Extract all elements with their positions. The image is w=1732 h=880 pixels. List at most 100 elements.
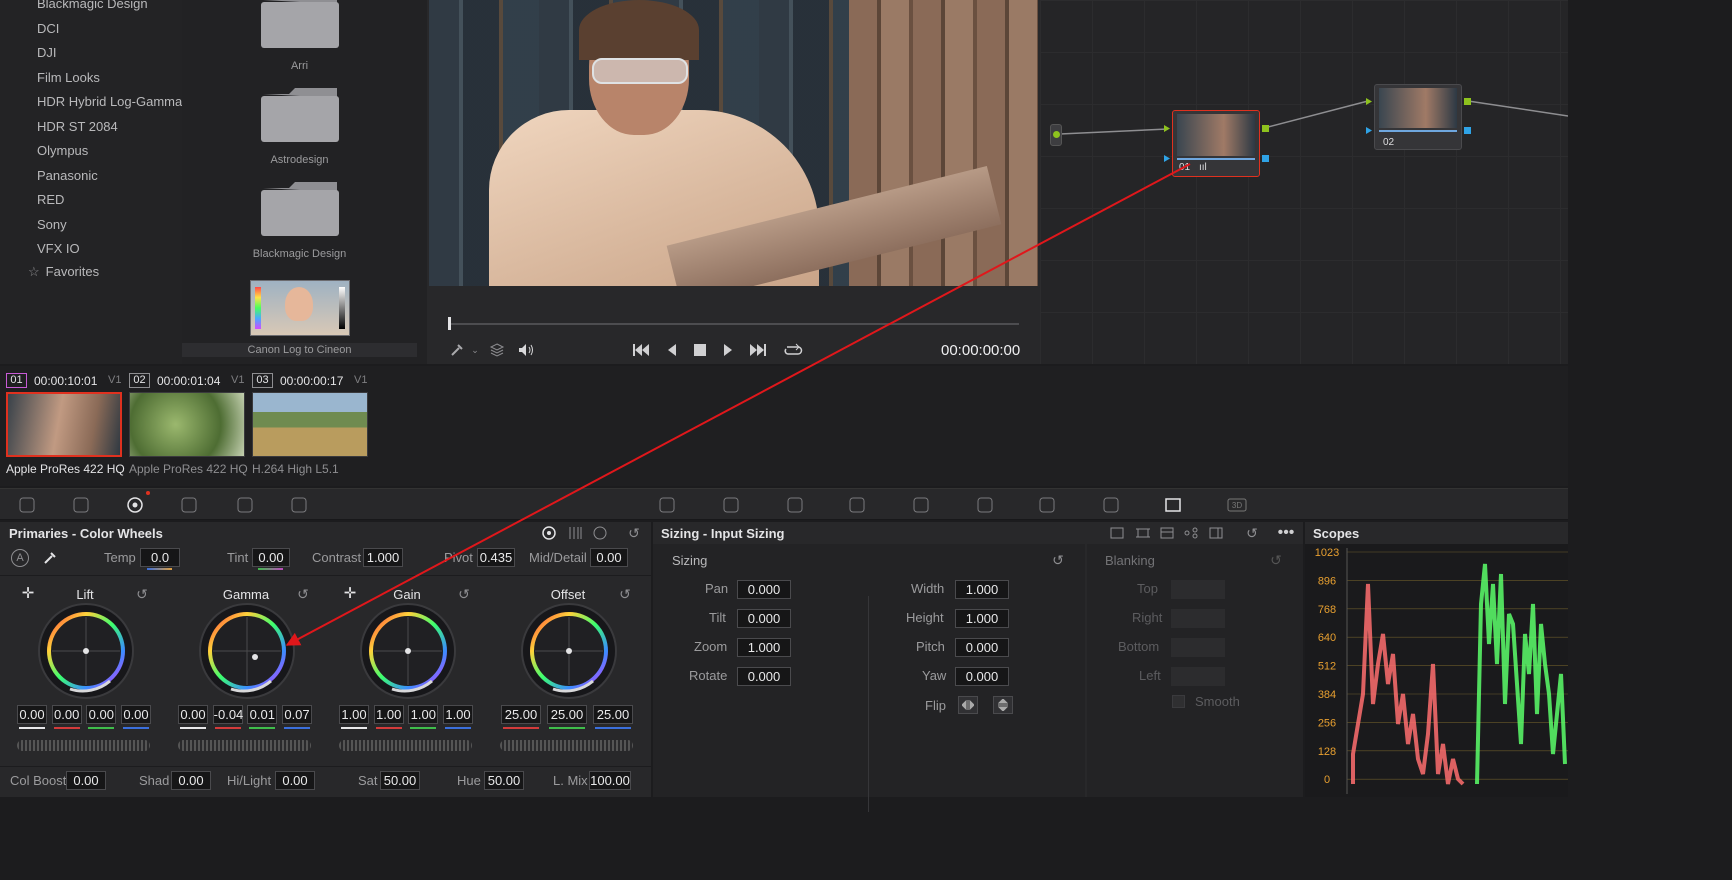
lut-list-item[interactable]: VFX IO (37, 241, 80, 256)
lut-list-item[interactable]: Film Looks (37, 70, 100, 85)
blanking-left-field[interactable] (1171, 667, 1225, 686)
chevron-down-icon[interactable]: ⌄ (469, 340, 481, 360)
lut-preview-thumbnail[interactable] (250, 280, 350, 336)
skip-to-start-icon[interactable] (630, 340, 652, 360)
sizing-mode-icon-1[interactable] (1107, 523, 1127, 543)
temp-field[interactable]: 0.0 (140, 548, 180, 567)
tilt-field[interactable]: 0.000 (737, 609, 791, 628)
master-wheel-jog[interactable] (500, 740, 633, 751)
viewer-scrubber-track[interactable] (449, 323, 1019, 325)
clip-thumbnail[interactable] (252, 392, 368, 457)
magic-mask-icon[interactable] (972, 493, 998, 517)
pan-field[interactable]: 0.000 (737, 580, 791, 599)
bars-mode-icon[interactable] (565, 523, 585, 543)
playhead-marker[interactable] (448, 317, 451, 330)
crosshair-icon[interactable]: ✛ (342, 585, 358, 602)
smooth-checkbox[interactable] (1172, 695, 1185, 708)
hilight-field[interactable]: 0.00 (275, 771, 315, 790)
eyedropper-icon[interactable] (40, 548, 60, 568)
lut-list-item[interactable]: Sony (37, 217, 67, 232)
node-01[interactable]: 01 ııl (1172, 110, 1260, 177)
tint-field[interactable]: 0.00 (252, 548, 290, 567)
hue-field[interactable]: 50.00 (484, 771, 524, 790)
col-boost-field[interactable]: 0.00 (66, 771, 106, 790)
zoom-field[interactable]: 1.000 (737, 638, 791, 657)
blanking-right-field[interactable] (1171, 609, 1225, 628)
contrast-field[interactable]: 1.000 (363, 548, 403, 567)
lut-list-item[interactable]: HDR Hybrid Log-Gamma (37, 94, 182, 109)
volume-icon[interactable] (515, 340, 537, 360)
wheel-value-field[interactable]: -0.04 (212, 705, 243, 724)
flip-vertical-button[interactable] (993, 696, 1013, 714)
lut-list-item[interactable]: DJI (37, 45, 57, 60)
wheel-reset-icon[interactable]: ↺ (615, 584, 635, 604)
wheel-value-field[interactable]: 1.00 (339, 705, 369, 724)
rotate-field[interactable]: 0.000 (737, 667, 791, 686)
wheel-value-field[interactable]: 25.00 (593, 705, 633, 724)
color-wheel[interactable] (38, 603, 134, 699)
source-input-node[interactable] (1050, 124, 1062, 146)
color-wheel[interactable] (199, 603, 295, 699)
stop-icon[interactable] (691, 340, 709, 360)
color-wheel[interactable] (521, 603, 617, 699)
color-picker-icon[interactable] (447, 340, 467, 360)
wheel-value-field[interactable]: 1.00 (373, 705, 404, 724)
skip-to-end-icon[interactable] (747, 340, 769, 360)
color-warper-icon[interactable] (718, 493, 744, 517)
auto-balance-button[interactable]: A (11, 549, 29, 567)
clip-thumbnail[interactable] (129, 392, 245, 457)
crosshair-icon[interactable]: ✛ (20, 585, 36, 602)
node-02-output-key[interactable] (1464, 127, 1471, 134)
wheel-value-field[interactable]: 0.01 (247, 705, 278, 724)
color-wheels-icon[interactable] (122, 493, 148, 517)
blanking-top-field[interactable] (1171, 580, 1225, 599)
loop-icon[interactable] (781, 340, 805, 360)
color-wheel[interactable] (360, 603, 456, 699)
layers-icon[interactable] (487, 340, 507, 360)
wheel-value-field[interactable]: 0.07 (282, 705, 312, 724)
wheel-value-field[interactable]: 0.00 (17, 705, 47, 724)
mid-detail-field[interactable]: 0.00 (590, 548, 628, 567)
lut-list-item[interactable]: RED (37, 192, 64, 207)
motion-effects-icon[interactable] (286, 493, 312, 517)
wheel-value-field[interactable]: 0.00 (178, 705, 208, 724)
sizing-icon[interactable] (1160, 493, 1186, 517)
hdr-wheels-icon[interactable] (176, 493, 202, 517)
qualifier-icon[interactable] (782, 493, 808, 517)
height-field[interactable]: 1.000 (955, 609, 1009, 628)
favorites-item[interactable]: ☆ Favorites (28, 264, 99, 280)
sizing-mode-icon-2[interactable] (1133, 523, 1153, 543)
width-field[interactable]: 1.000 (955, 580, 1009, 599)
node-01-output-rgb[interactable] (1262, 125, 1269, 132)
sizing-mode-icon-3[interactable] (1157, 523, 1177, 543)
lut-folder[interactable] (259, 84, 343, 144)
pitch-field[interactable]: 0.000 (955, 638, 1009, 657)
reference-sizing-icon[interactable] (1206, 523, 1226, 543)
clip-thumbnail[interactable] (6, 392, 122, 457)
key-icon[interactable] (1098, 493, 1124, 517)
tracker-icon[interactable] (908, 493, 934, 517)
sat-field[interactable]: 50.00 (380, 771, 420, 790)
lut-list-item[interactable]: Panasonic (37, 168, 98, 183)
node-02[interactable]: 02 (1374, 84, 1462, 150)
wheel-reset-icon[interactable]: ↺ (293, 584, 313, 604)
sizing-reset-icon[interactable]: ↺ (1242, 523, 1262, 543)
lut-folder[interactable] (259, 0, 343, 50)
blanking-reset-icon[interactable]: ↺ (1266, 550, 1286, 570)
lut-list-item[interactable]: DCI (37, 21, 59, 36)
lmix-field[interactable]: 100.00 (589, 771, 631, 790)
curves-icon[interactable] (654, 493, 680, 517)
flip-horizontal-button[interactable] (958, 696, 978, 714)
master-wheel-jog[interactable] (178, 740, 311, 751)
window-icon[interactable] (844, 493, 870, 517)
wheel-reset-icon[interactable]: ↺ (454, 584, 474, 604)
wheel-value-field[interactable]: 0.00 (121, 705, 151, 724)
wheel-value-field[interactable]: 1.00 (443, 705, 473, 724)
master-wheel-jog[interactable] (339, 740, 472, 751)
node-sizing-icon[interactable] (1181, 523, 1201, 543)
play-icon[interactable] (719, 340, 737, 360)
lut-list-item[interactable]: HDR ST 2084 (37, 119, 118, 134)
pivot-field[interactable]: 0.435 (477, 548, 515, 567)
shad-field[interactable]: 0.00 (171, 771, 211, 790)
color-match-icon[interactable] (68, 493, 94, 517)
